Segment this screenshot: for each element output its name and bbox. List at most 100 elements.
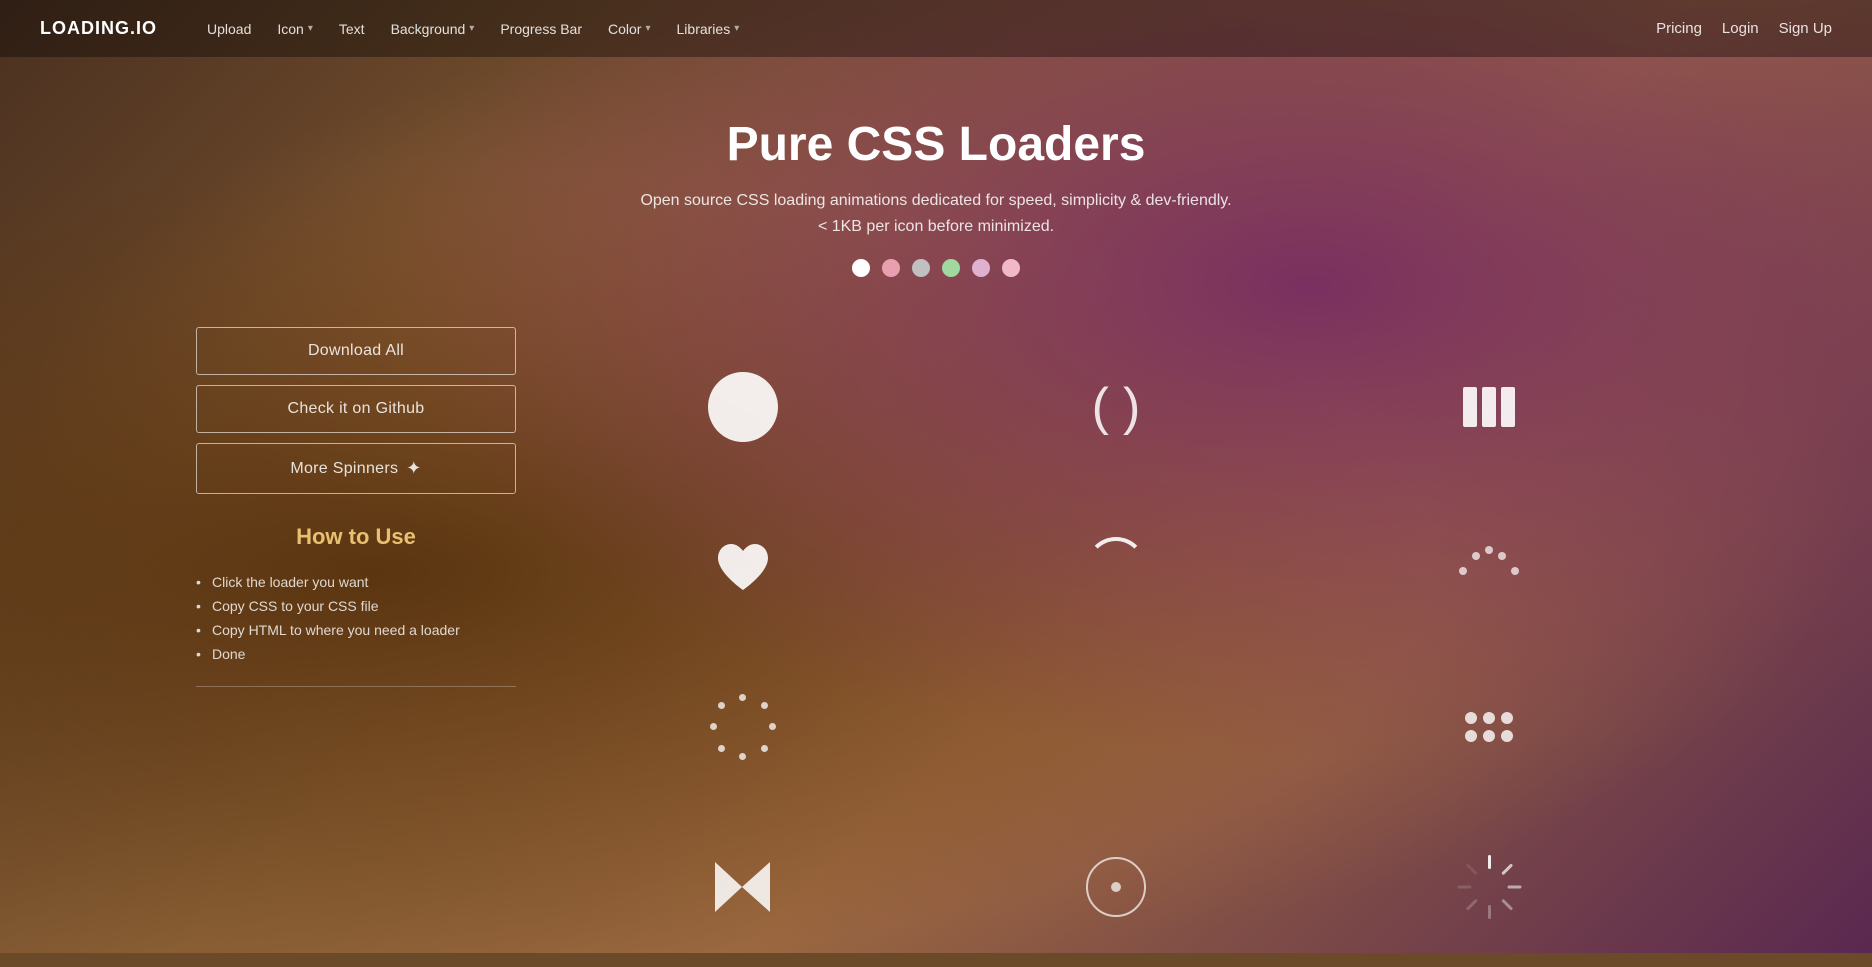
bracket-close: ) xyxy=(1123,377,1140,437)
content-area: Download All Check it on Github More Spi… xyxy=(136,327,1736,967)
loader-grid-dots-cell[interactable] xyxy=(1303,647,1676,807)
loader-target-inner xyxy=(1111,882,1121,892)
nav-libraries[interactable]: Libraries ▾ xyxy=(667,15,750,43)
chevron-down-icon: ▾ xyxy=(645,23,650,34)
bar-3 xyxy=(1501,387,1515,427)
nav-background[interactable]: Background ▾ xyxy=(381,15,485,43)
color-dot-pink[interactable] xyxy=(882,259,900,277)
section-divider xyxy=(196,686,516,687)
left-panel: Download All Check it on Github More Spi… xyxy=(196,327,516,967)
bracket-open: ( xyxy=(1092,377,1109,437)
navbar: LOADING.IO Upload Icon ▾ Text Background… xyxy=(0,0,1872,57)
loaders-grid: ( ) xyxy=(556,327,1676,967)
spinner-drone-icon: ✦ xyxy=(406,458,421,479)
loader-bowtie xyxy=(710,857,775,917)
nav-progress-bar[interactable]: Progress Bar xyxy=(490,15,592,43)
loader-grid-dots xyxy=(1465,712,1513,742)
step-2: Copy CSS to your CSS file xyxy=(196,594,516,618)
spinner-line-3 xyxy=(1507,885,1521,888)
loader-circle xyxy=(708,372,778,442)
loader-bars xyxy=(1463,387,1515,427)
spinner-line-2 xyxy=(1501,863,1513,875)
ring-dot-6 xyxy=(718,745,725,752)
loader-arc xyxy=(1086,537,1146,597)
loader-three-dots xyxy=(1085,720,1147,734)
dot-arc-5 xyxy=(1511,567,1519,575)
loader-bars-cell[interactable] xyxy=(1303,327,1676,487)
loader-circle-cell[interactable] xyxy=(556,327,929,487)
step-4: Done xyxy=(196,642,516,666)
nav-links: Upload Icon ▾ Text Background ▾ Progress… xyxy=(197,15,1656,43)
color-palette xyxy=(852,259,1020,277)
main-content: Pure CSS Loaders Open source CSS loading… xyxy=(0,57,1872,967)
loader-ring-dots-cell[interactable] xyxy=(556,647,929,807)
nav-text[interactable]: Text xyxy=(329,15,375,43)
download-all-button[interactable]: Download All xyxy=(196,327,516,375)
color-dot-rose[interactable] xyxy=(1002,259,1020,277)
ring-dot-2 xyxy=(761,702,768,709)
loader-heart xyxy=(713,540,773,595)
grid-dot-4 xyxy=(1465,730,1477,742)
hero-title: Pure CSS Loaders xyxy=(727,117,1146,172)
loader-arc-cell[interactable] xyxy=(929,487,1302,647)
nav-login[interactable]: Login xyxy=(1722,20,1759,37)
spinner-line-7 xyxy=(1457,885,1471,888)
loader-dot-arc xyxy=(1454,542,1524,592)
check-github-button[interactable]: Check it on Github xyxy=(196,385,516,433)
loader-heart-cell[interactable] xyxy=(556,487,929,647)
nav-pricing[interactable]: Pricing xyxy=(1656,20,1702,37)
loader-target xyxy=(1086,857,1146,917)
nav-color[interactable]: Color ▾ xyxy=(598,15,661,43)
dot-arc-1 xyxy=(1459,567,1467,575)
loader-dot-arc-cell[interactable] xyxy=(1303,487,1676,647)
spinner-line-8 xyxy=(1466,863,1478,875)
chevron-down-icon: ▾ xyxy=(469,23,474,34)
nav-icon[interactable]: Icon ▾ xyxy=(267,15,323,43)
color-dot-green[interactable] xyxy=(942,259,960,277)
spinner-line-4 xyxy=(1501,898,1513,910)
hero-subtitle: Open source CSS loading animations dedic… xyxy=(640,188,1231,239)
loader-ring-dots xyxy=(708,692,778,762)
nav-upload[interactable]: Upload xyxy=(197,15,261,43)
bar-1 xyxy=(1463,387,1477,427)
loader-spinner-cell[interactable] xyxy=(1303,807,1676,967)
grid-dot-1 xyxy=(1465,712,1477,724)
loader-target-cell[interactable] xyxy=(929,807,1302,967)
nav-signup[interactable]: Sign Up xyxy=(1779,20,1832,37)
step-1: Click the loader you want xyxy=(196,570,516,594)
ring-dot-7 xyxy=(710,723,717,730)
ring-dot-1 xyxy=(739,694,746,701)
grid-dot-5 xyxy=(1483,730,1495,742)
how-to-use-title: How to Use xyxy=(196,524,516,550)
chevron-down-icon: ▾ xyxy=(308,23,313,34)
spinner-line-1 xyxy=(1488,855,1491,869)
grid-dot-3 xyxy=(1501,712,1513,724)
more-spinners-button[interactable]: More Spinners ✦ xyxy=(196,443,516,494)
chevron-down-icon: ▾ xyxy=(734,23,739,34)
loader-brackets-cell[interactable]: ( ) xyxy=(929,327,1302,487)
site-logo[interactable]: LOADING.IO xyxy=(40,18,157,39)
color-dot-white[interactable] xyxy=(852,259,870,277)
grid-dot-6 xyxy=(1501,730,1513,742)
ring-dot-4 xyxy=(761,745,768,752)
nav-right: Pricing Login Sign Up xyxy=(1656,20,1832,37)
spinner-line-6 xyxy=(1466,898,1478,910)
dot-arc-4 xyxy=(1498,552,1506,560)
grid-dot-2 xyxy=(1483,712,1495,724)
loader-brackets: ( ) xyxy=(1092,377,1141,437)
ring-dot-8 xyxy=(718,702,725,709)
loader-bowtie-cell[interactable] xyxy=(556,807,929,967)
ring-dot-3 xyxy=(769,723,776,730)
ring-dot-5 xyxy=(739,753,746,760)
color-dot-lavender[interactable] xyxy=(972,259,990,277)
spinner-line-5 xyxy=(1488,905,1491,919)
how-to-use-section: How to Use Click the loader you want Cop… xyxy=(196,524,516,687)
bar-2 xyxy=(1482,387,1496,427)
dot-arc-2 xyxy=(1472,552,1480,560)
loader-three-dots-cell[interactable] xyxy=(929,647,1302,807)
step-3: Copy HTML to where you need a loader xyxy=(196,618,516,642)
color-dot-gray[interactable] xyxy=(912,259,930,277)
dot-arc-3 xyxy=(1485,546,1493,554)
how-to-use-list: Click the loader you want Copy CSS to yo… xyxy=(196,570,516,666)
loader-spinner xyxy=(1457,855,1522,920)
